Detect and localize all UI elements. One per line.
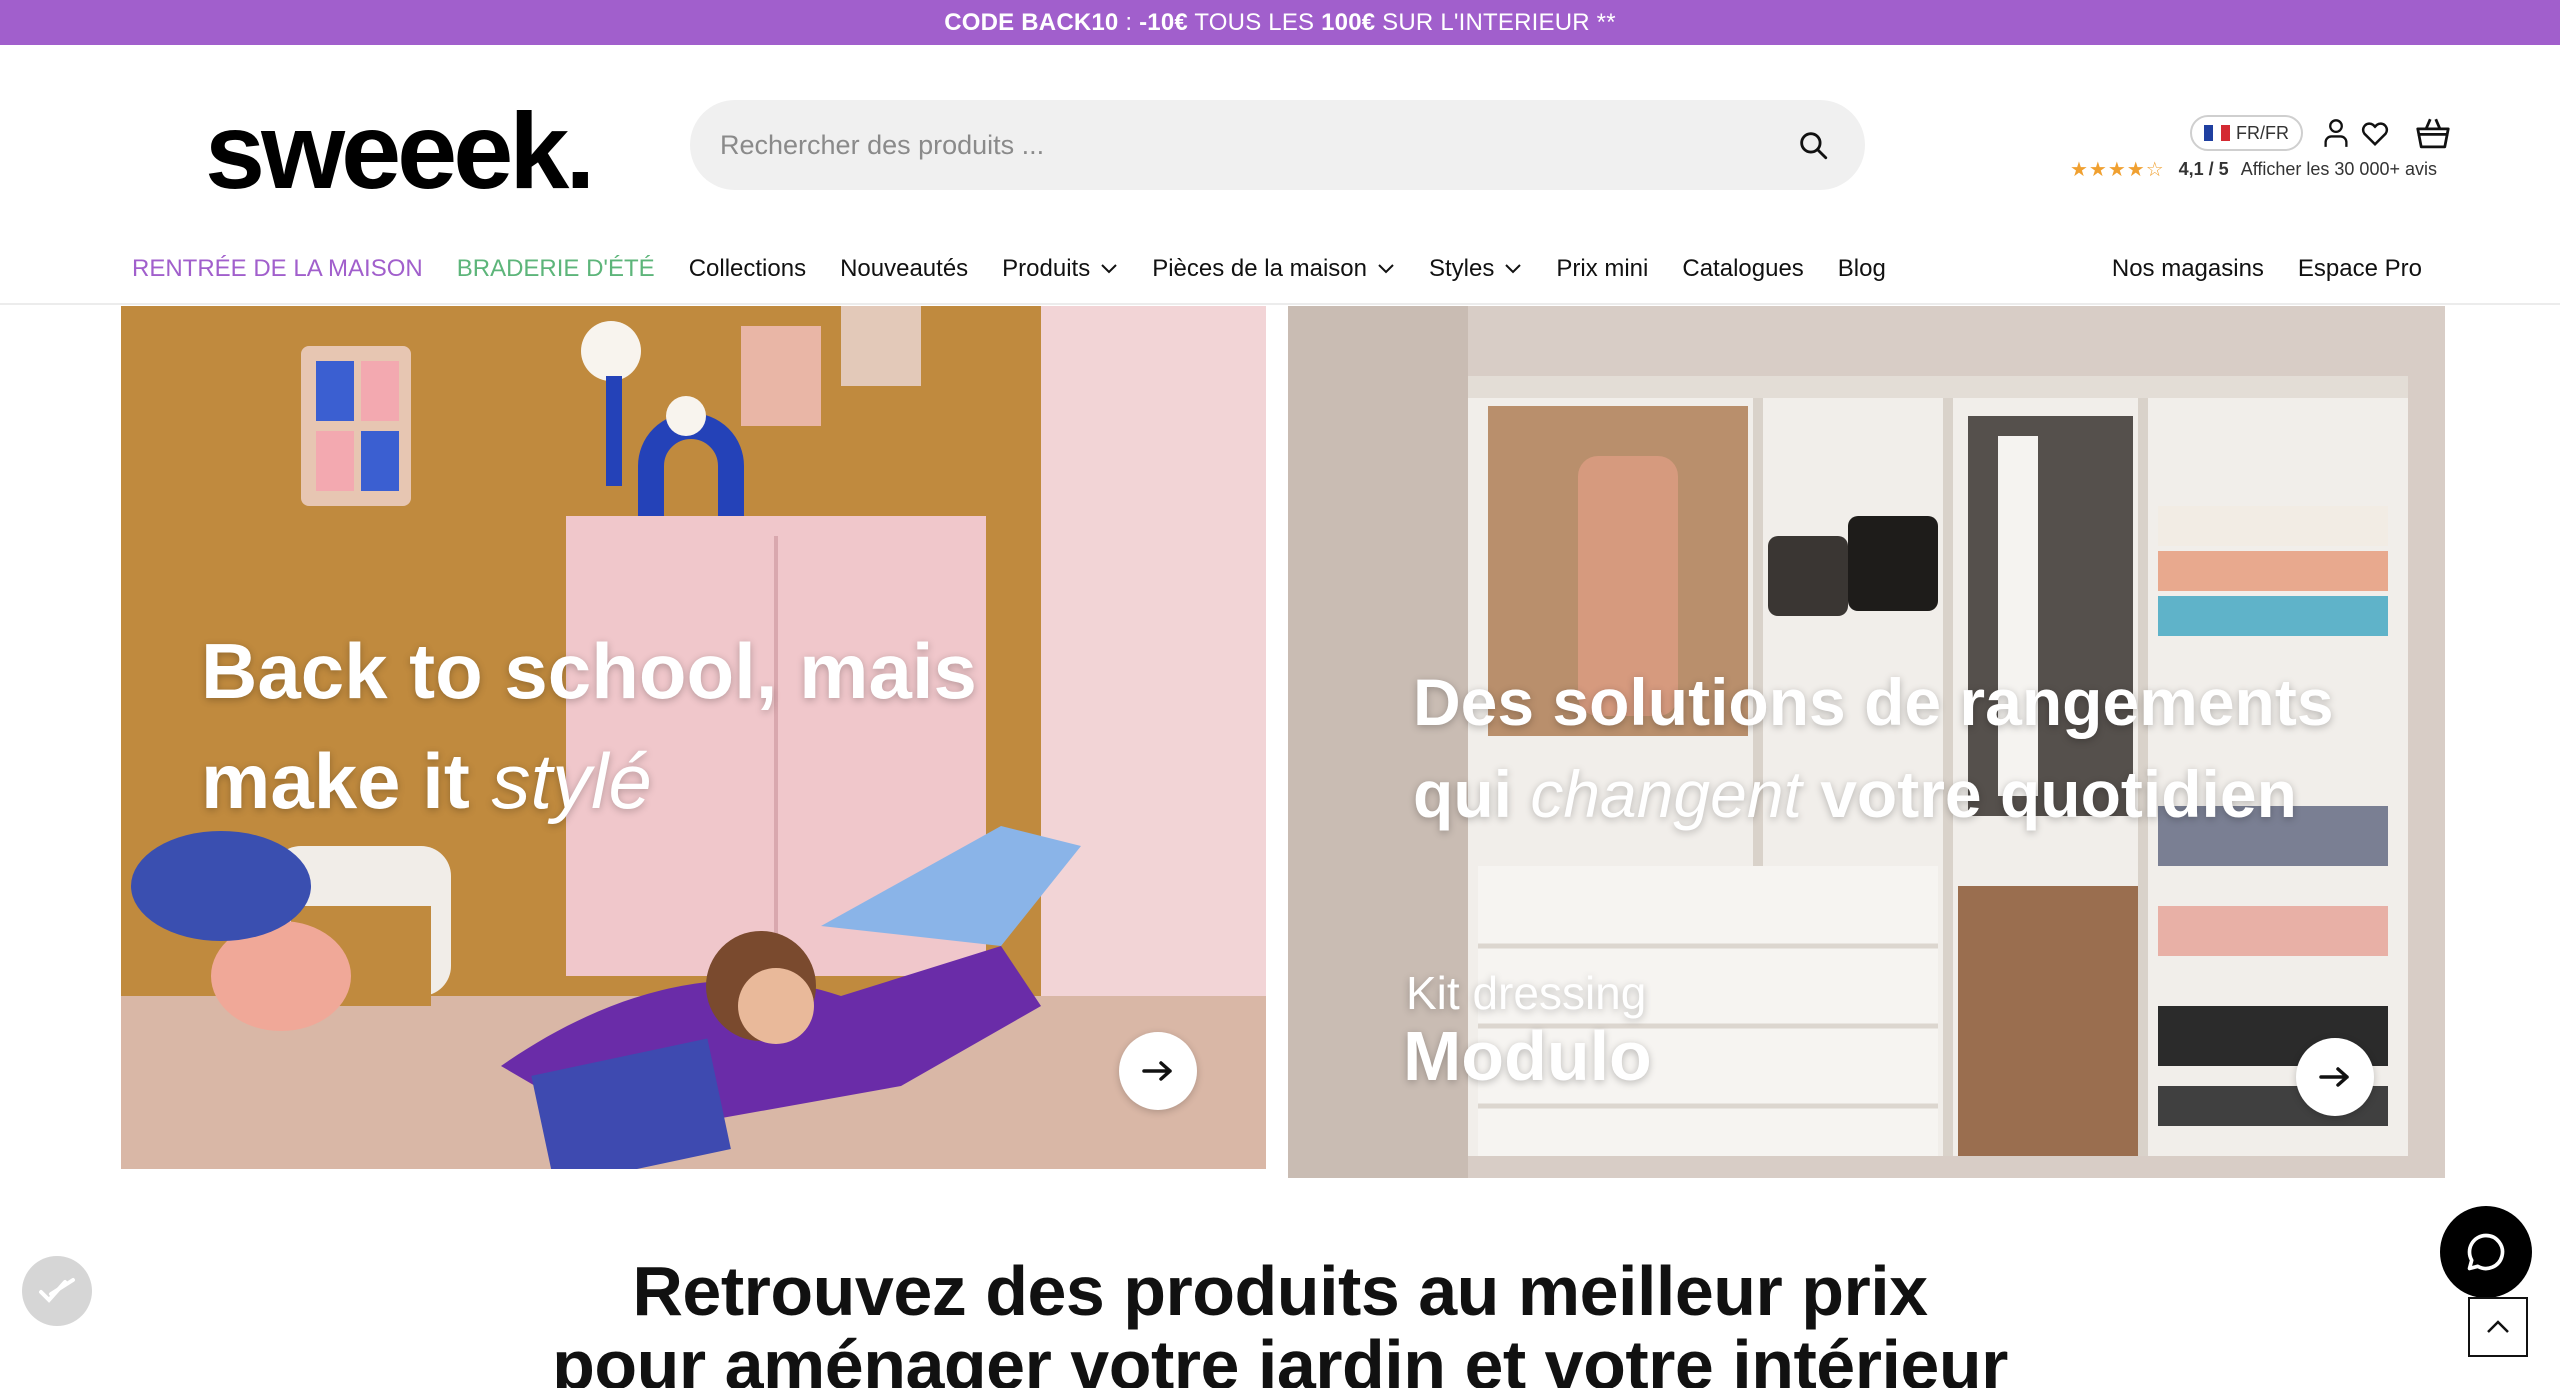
chat-bubble-icon [2467,1233,2505,1271]
banner-dressing-modulo[interactable]: Des solutions de rangements qui changent… [1288,306,2445,1178]
nav-item-blog[interactable]: Blog [1838,255,1886,283]
language-label: FR/FR [2236,122,2289,143]
promo-sep: : [1118,8,1140,36]
nav-label: Catalogues [1682,255,1804,282]
search-icon [1800,132,1828,160]
logo[interactable]: sweeek. [205,97,595,205]
kit-label: Kit dressing [1406,967,1647,1019]
nav-right: Nos magasins Espace Pro [2112,249,2422,289]
nav-item-catalogues[interactable]: Catalogues [1682,255,1803,283]
nav-label: Prix mini [1556,255,1649,282]
nav-item-prix-mini[interactable]: Prix mini [1556,255,1648,283]
nav-item-nouveautes[interactable]: Nouveautés [840,255,968,283]
nav-label: BRADERIE D'ÉTÉ [456,255,655,282]
promo-text-2: SUR L'INTERIEUR ** [1375,8,1616,36]
nav-item-pieces[interactable]: Pièces de la maison [1152,255,1395,283]
nav-item-espace-pro[interactable]: Espace Pro [2298,255,2422,283]
section-title-line-1: Retrouvez des produits au meilleur prix [632,1252,1928,1330]
banner-2-line-2c: votre quotidien [1801,757,2297,831]
nav-item-braderie[interactable]: BRADERIE D'ÉTÉ [457,255,655,283]
chevron-down-icon [1505,264,1522,274]
heart-icon [2361,122,2389,147]
search-input[interactable] [720,129,1791,161]
nav-item-magasins[interactable]: Nos magasins [2112,255,2264,283]
nav-label: Blog [1837,255,1886,282]
search-bar [690,100,1865,190]
chevron-up-icon [2487,1320,2509,1333]
nav-label: RENTRÉE DE LA MAISON [132,255,423,282]
banner-1-line-2a: make it [201,737,492,825]
banner-1-line-1: Back to school, mais [201,627,977,715]
promo-bar[interactable]: CODE BACK10 : -10€ TOUS LES 100€ SUR L'I… [0,0,2560,45]
checkmark-icon [39,1278,75,1303]
basket-icon [2416,118,2450,149]
customer-rating[interactable]: ★★★★☆ 4,1 / 5 Afficher les 30 000+ avis [2070,157,2437,182]
chat-button[interactable] [2440,1206,2532,1298]
rating-stars: ★★★★☆ [2070,159,2165,181]
france-flag-icon [2204,125,2231,141]
main-nav: RENTRÉE DE LA MAISON BRADERIE D'ÉTÉ Coll… [132,249,1920,289]
wishlist-button[interactable] [2355,113,2395,153]
section-title-line-2: pour aménager votre jardin et votre inté… [552,1325,2008,1388]
banner-2-arrow-button[interactable] [2296,1038,2374,1116]
arrow-right-icon [1142,1061,1172,1081]
promo-text-1: TOUS LES [1187,8,1322,36]
banner-2-headline: Des solutions de rangements qui changent… [1413,656,2334,840]
banner-1-arrow-button[interactable] [1119,1032,1197,1110]
nav-label: Nos magasins [2111,255,2264,282]
chevron-down-icon [1101,264,1117,274]
chevron-down-icon [1378,264,1394,274]
arrow-right-icon [2319,1067,2349,1087]
nav-label: Espace Pro [2297,255,2422,282]
nav-label: Styles [1429,255,1495,282]
banner-back-to-school[interactable]: Back to school, mais make it stylé [121,306,1266,1169]
section-title: Retrouvez des produits au meilleur prix … [0,1252,2560,1388]
account-button[interactable] [2316,113,2356,153]
promo-threshold: 100€ [1321,8,1376,36]
language-selector[interactable]: FR/FR [2190,115,2303,151]
scroll-to-top-button[interactable] [2468,1297,2528,1357]
user-icon [2324,119,2348,147]
site-header: sweeek. FR/FR ★★★★☆ 4,1 / 5 Affi [0,45,2560,305]
nav-label: Pièces de la maison [1152,255,1367,282]
nav-item-produits[interactable]: Produits [1002,255,1118,283]
kit-name: Modulo [1403,1017,1652,1095]
nav-item-collections[interactable]: Collections [689,255,806,283]
cookie-consent-button[interactable] [22,1256,92,1326]
nav-label: Produits [1002,255,1091,282]
nav-item-rentree[interactable]: RENTRÉE DE LA MAISON [132,255,423,283]
nav-label: Nouveautés [840,255,969,282]
rating-value: 4,1 / 5 [2178,159,2229,179]
banner-2-line-2b: changent [1530,757,1802,831]
nav-item-styles[interactable]: Styles [1429,255,1522,283]
banner-2-line-2a: qui [1413,757,1531,831]
banner-1-headline: Back to school, mais make it stylé [201,616,977,836]
nav-label: Collections [688,255,807,282]
banner-2-line-1: Des solutions de rangements [1413,665,2334,739]
promo-discount: -10€ [1139,8,1188,36]
promo-code: CODE BACK10 [944,8,1119,36]
cart-button[interactable] [2413,113,2453,153]
search-button[interactable] [1791,123,1835,167]
banner-1-line-2b: stylé [491,737,652,825]
reviews-link[interactable]: Afficher les 30 000+ avis [2241,159,2437,180]
